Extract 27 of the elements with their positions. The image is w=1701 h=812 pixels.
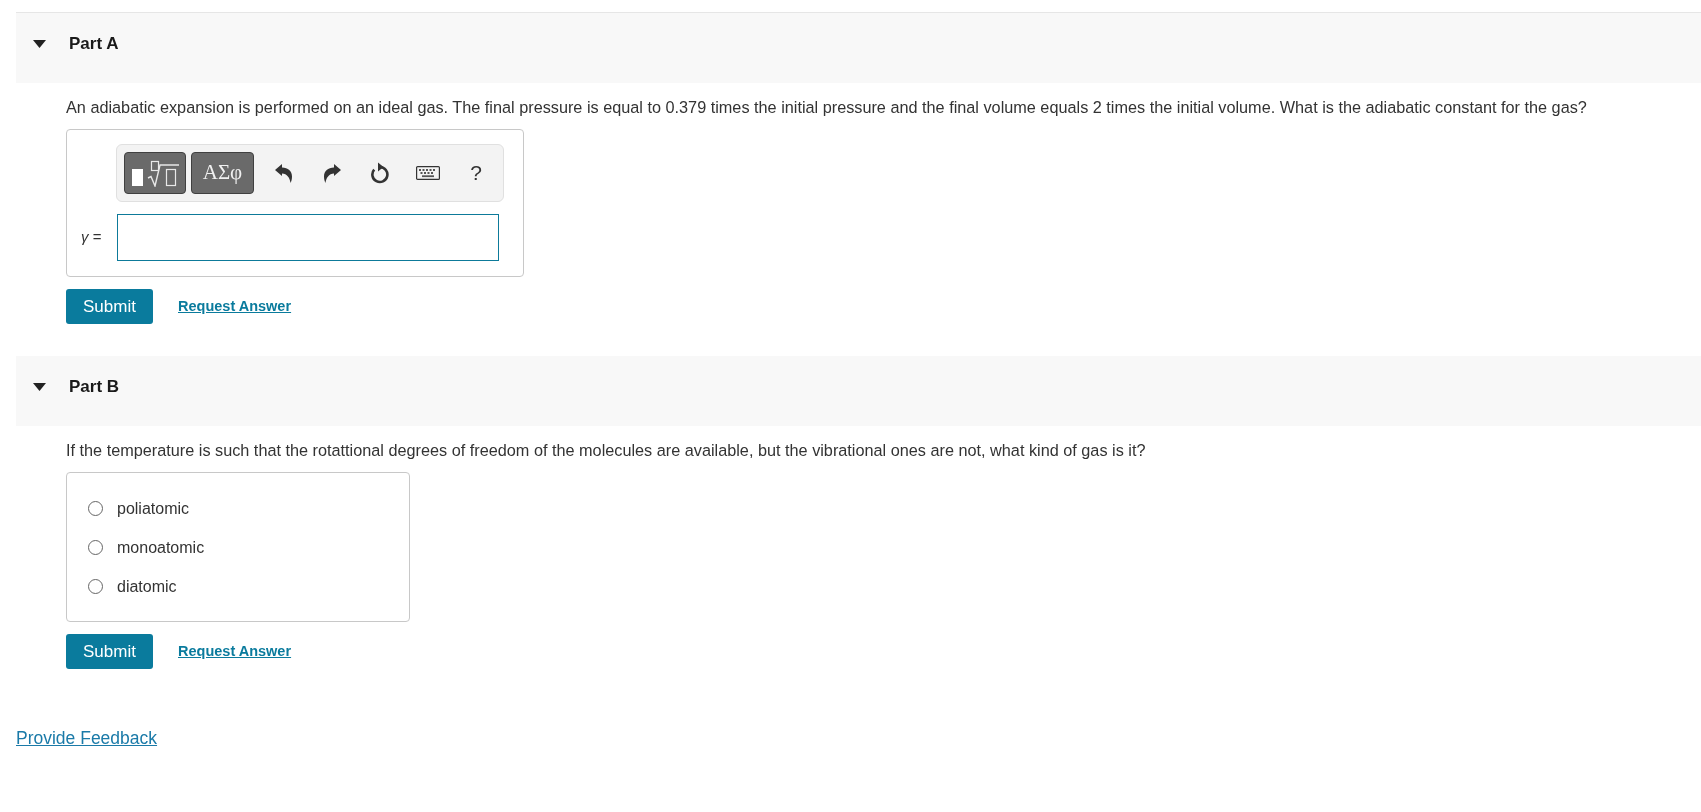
option-label[interactable]: poliatomic bbox=[117, 496, 190, 521]
feedback-link[interactable]: Provide Feedback bbox=[16, 728, 158, 748]
caret-icon[interactable] bbox=[33, 40, 46, 48]
keyboard-icon[interactable] bbox=[416, 166, 440, 180]
question-text: If the temperature is such that the rotattional degrees of freedom of the molecules are available, but the vibrational ones are not, what kind of gas is it? bbox=[66, 440, 1147, 460]
help-button[interactable]: ? bbox=[463, 158, 489, 188]
radio-button[interactable] bbox=[88, 501, 103, 516]
question-text: An adiabatic expansion is performed on an ideal gas. The final pressure is equal to 0.379 times the initial pressure and the final volume equals 2 times the initial volume. What is the adiabatic constant for the gas? bbox=[66, 97, 1588, 117]
request-answer-link[interactable]: Request Answer bbox=[178, 640, 292, 663]
caret-icon[interactable] bbox=[33, 383, 46, 391]
radio-button[interactable] bbox=[88, 579, 103, 594]
template-button[interactable] bbox=[124, 152, 186, 194]
request-answer-link[interactable]: Request Answer bbox=[178, 295, 292, 318]
option-label[interactable]: diatomic bbox=[117, 574, 177, 599]
radio-button[interactable] bbox=[88, 540, 103, 555]
part-title: Part A bbox=[69, 34, 119, 54]
redo-icon[interactable] bbox=[323, 163, 341, 183]
undo-icon[interactable] bbox=[275, 163, 293, 183]
submit-button[interactable]: Submit bbox=[66, 634, 153, 669]
answer-label: γ = bbox=[81, 227, 103, 248]
option-label[interactable]: monoatomic bbox=[117, 535, 205, 560]
reset-icon[interactable] bbox=[370, 162, 390, 184]
square-root-template-icon bbox=[131, 159, 179, 187]
submit-button[interactable]: Submit bbox=[66, 289, 153, 324]
part-title: Part B bbox=[69, 377, 120, 397]
answer-input-field[interactable] bbox=[117, 214, 499, 261]
symbols-button[interactable]: ΑΣφ bbox=[191, 152, 254, 194]
